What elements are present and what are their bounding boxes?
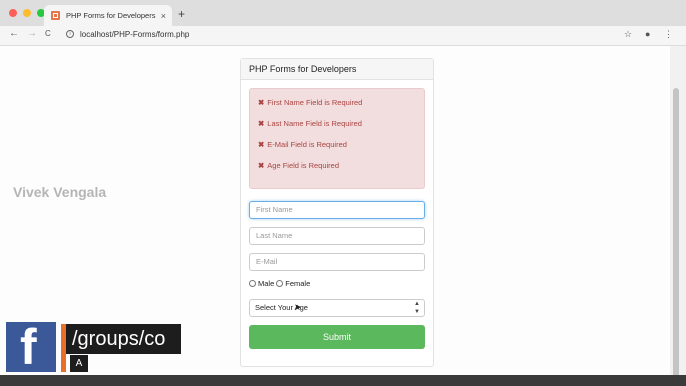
url-path: /PHP-Forms/form.php [111, 30, 190, 39]
facebook-overlay: f /groups/co A [6, 319, 181, 375]
male-radio[interactable] [249, 280, 256, 287]
error-last-name: ✖ Last Name Field is Required [258, 119, 362, 128]
address-bar[interactable]: localhost/PHP-Forms/form.php [80, 30, 189, 39]
browser-window: PHP Forms for Developers × + ← → C i loc… [0, 0, 686, 386]
card-title: PHP Forms for Developers [241, 59, 433, 80]
email-input[interactable]: E-Mail [249, 253, 425, 271]
menu-icon[interactable]: ⋮ [664, 29, 673, 40]
error-email: ✖ E-Mail Field is Required [258, 140, 347, 149]
info-icon[interactable]: i [66, 30, 74, 38]
male-label: Male [258, 279, 275, 288]
new-tab-button[interactable]: + [178, 7, 185, 21]
favicon-icon [51, 11, 60, 20]
tab-strip: PHP Forms for Developers × + [0, 0, 686, 26]
error-age: ✖ Age Field is Required [258, 161, 340, 170]
scrollbar-thumb[interactable] [673, 88, 679, 378]
minimize-window-button[interactable] [23, 9, 31, 17]
first-name-input[interactable]: First Name [249, 201, 425, 219]
overlay-subtext: A [70, 355, 88, 372]
error-first-name: ✖ First Name Field is Required [258, 98, 363, 107]
mouse-cursor-icon: ➤ [294, 302, 302, 312]
form-card: PHP Forms for Developers ✖ First Name Fie… [240, 58, 434, 367]
close-window-button[interactable] [9, 9, 17, 17]
back-icon[interactable]: ← [9, 28, 19, 39]
error-alert: ✖ First Name Field is Required ✖ Last Name… [249, 88, 425, 189]
error-x-icon: ✖ [258, 140, 265, 149]
overlay-text: /groups/co [66, 324, 181, 354]
facebook-logo-icon: f [6, 319, 56, 375]
reload-icon[interactable]: C [45, 29, 51, 38]
select-arrows-icon: ▲ ▼ [414, 301, 420, 315]
scrollbar[interactable] [670, 46, 686, 386]
watermark: Vivek Vengala [13, 184, 107, 200]
error-x-icon: ✖ [258, 98, 265, 107]
close-tab-icon[interactable]: × [161, 11, 166, 21]
tab-title: PHP Forms for Developers [66, 11, 156, 20]
age-select[interactable]: Select Your Age ▲ ▼ [249, 299, 425, 317]
gender-radio-group: Male Female [249, 279, 310, 288]
tab-php-forms[interactable]: PHP Forms for Developers × [44, 5, 172, 26]
submit-button[interactable]: Submit [249, 325, 425, 349]
error-x-icon: ✖ [258, 119, 265, 128]
female-label: Female [285, 279, 311, 288]
bottom-strip [0, 375, 686, 386]
last-name-input[interactable]: Last Name [249, 227, 425, 245]
window-controls [9, 9, 45, 17]
bookmark-star-icon[interactable]: ☆ [624, 29, 632, 40]
browser-toolbar: ← → C i localhost/PHP-Forms/form.php ☆ ●… [0, 26, 686, 46]
url-host: localhost [80, 30, 112, 39]
error-x-icon: ✖ [258, 161, 265, 170]
female-radio[interactable] [276, 280, 284, 287]
account-icon[interactable]: ● [645, 29, 650, 39]
forward-icon[interactable]: → [27, 28, 37, 39]
